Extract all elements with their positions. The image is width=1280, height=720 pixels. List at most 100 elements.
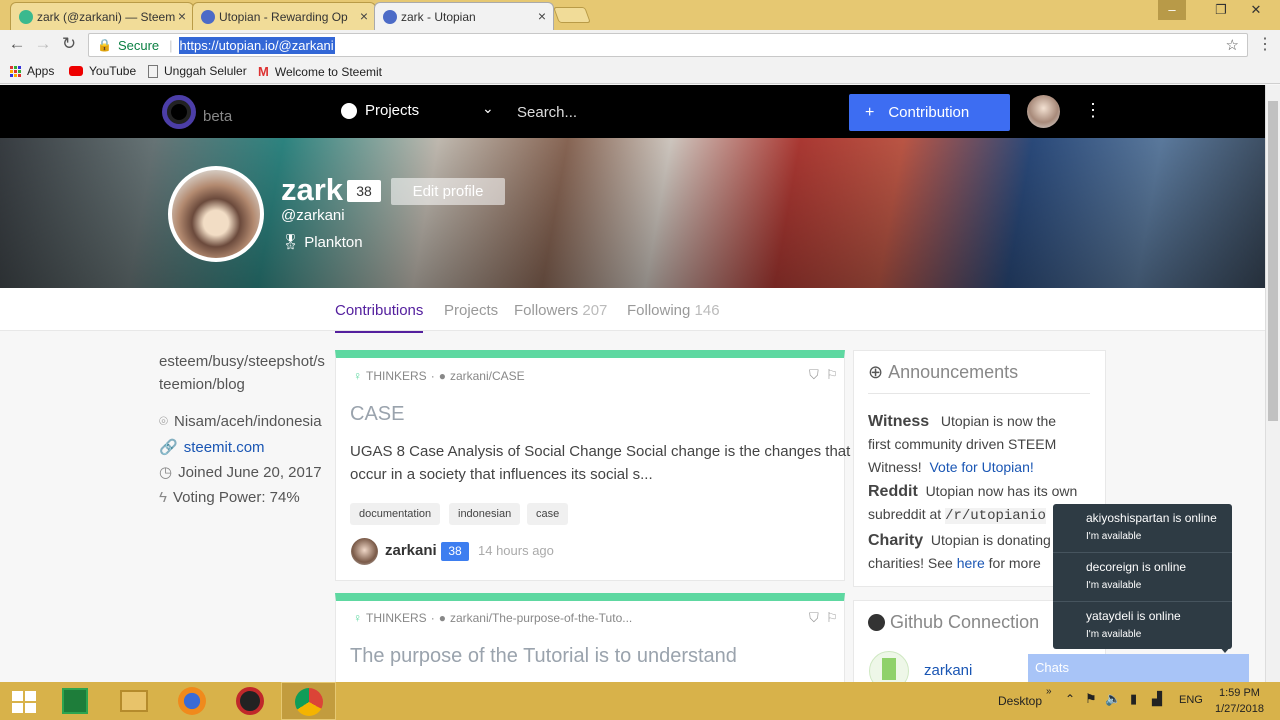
search-input[interactable]: Search... [517,104,577,121]
tray-up-icon[interactable]: ⌃ [1065,692,1075,706]
user-avatar[interactable] [1027,95,1060,128]
minimize-button[interactable]: ‒ [1158,0,1186,20]
bookmark-unggah-seluler[interactable]: Unggah Seluler [148,64,247,78]
post-title[interactable]: The purpose of the Tutorial is to unders… [350,645,737,668]
page-scrollbar[interactable] [1265,85,1280,682]
tag-indonesian[interactable]: indonesian [449,503,521,525]
projects-dropdown[interactable]: Projects [341,102,419,119]
post-category[interactable]: THINKERS [366,369,427,383]
utopian-logo-icon[interactable] [162,95,196,129]
volume-icon[interactable]: 🔈 [1105,691,1121,707]
tab-projects[interactable]: Projects [444,302,498,319]
desktop-toolbar-label[interactable]: Desktop [998,694,1042,708]
award-icon: 🎖 [281,234,301,251]
url-text[interactable]: https://utopian.io/@zarkani [178,36,335,54]
language-indicator[interactable]: ENG [1179,694,1203,706]
security-app-icon[interactable] [236,687,264,715]
firefox-icon[interactable] [178,687,206,715]
bookmark-welcome-steemit[interactable]: M Welcome to Steemit [258,64,382,79]
lightbulb-icon: ♀ [353,369,362,383]
post-category[interactable]: THINKERS [366,611,427,625]
bookmark-youtube[interactable]: YouTube [69,64,136,78]
chevron-right-icon[interactable]: » [1046,686,1052,697]
browser-toolbar: ← → ↻ 🔒 Secure | https://utopian.io/@zar… [0,30,1280,60]
windows-taskbar: Desktop » ⌃ ⚑ 🔈 ▮ ▟ ENG 1:59 PM 1/27/201… [0,682,1280,720]
close-window-button[interactable]: ✕ [1236,0,1276,20]
lightbulb-icon: ♀ [353,611,362,625]
excel-icon[interactable] [62,688,88,714]
flag-icon[interactable]: ⚐ [826,367,838,383]
flag-icon[interactable]: ⚐ [826,610,838,626]
contribution-card[interactable] [335,593,845,693]
signal-icon[interactable]: ▟ [1152,691,1162,707]
subreddit-link[interactable]: /r/utopianio [945,508,1046,524]
post-title[interactable]: CASE [350,403,404,426]
battery-icon[interactable]: ▮ [1130,691,1137,707]
restore-button[interactable]: ❐ [1207,0,1235,20]
tab-following[interactable]: Following 146 [627,302,720,319]
tag-case[interactable]: case [527,503,569,525]
tab-contributions[interactable]: Contributions [335,302,424,333]
post-excerpt[interactable]: UGAS 8 Case Analysis of Social Change So… [350,443,850,460]
author-avatar[interactable] [351,538,378,565]
flag-tray-icon[interactable]: ⚑ [1085,691,1097,707]
close-tab-icon[interactable]: × [538,8,546,24]
scrollbar-thumb[interactable] [1268,101,1278,421]
announcements-header: ⊕ Announcements [868,362,1090,394]
clock-date[interactable]: 1/27/2018 [1215,703,1264,715]
browser-tab-steemit[interactable]: zark (@zarkani) — Steem × [10,2,194,30]
chrome-taskbar-button[interactable] [281,682,336,720]
star-bookmark-icon[interactable]: ☆ [1226,36,1239,54]
joined-row: ◷ Joined June 20, 2017 [159,463,322,482]
tag-documentation[interactable]: documentation [350,503,441,525]
browser-tab-zark-utopian[interactable]: zark - Utopian × [374,2,554,30]
close-tab-icon[interactable]: × [360,8,368,24]
post-repo[interactable]: zarkani/CASE [450,369,525,383]
witness-announcement: Witness Utopian is now the first communi… [868,413,1057,475]
tab-followers[interactable]: Followers 207 [514,302,607,319]
file-explorer-icon[interactable] [120,690,148,712]
shield-icon[interactable]: ⛉ [809,610,819,626]
close-tab-icon[interactable]: × [178,8,186,24]
post-excerpt[interactable]: occur in a society that influences its s… [350,466,653,483]
link-icon: 🔗 [159,439,178,456]
github-user-link[interactable]: zarkani [924,662,972,679]
shield-icon[interactable]: ⛉ [809,367,819,383]
lightning-icon: ϟ [159,489,167,506]
youtube-icon [69,66,83,76]
new-tab-button[interactable] [553,7,591,23]
post-repo[interactable]: zarkani/The-purpose-of-the-Tuto... [450,611,632,625]
windows-start-icon[interactable] [12,691,36,713]
contribution-button[interactable]: + Contribution [849,94,1010,131]
menu-dots-icon[interactable]: ⋮ [1254,34,1276,54]
bookmark-apps[interactable]: Apps [10,64,54,78]
website-row[interactable]: 🔗 steemit.com [159,438,265,457]
browser-tab-utopian-rewarding[interactable]: Utopian - Rewarding Op × [192,2,376,30]
address-bar[interactable]: 🔒 Secure | https://utopian.io/@zarkani ☆ [88,33,1248,57]
reload-icon[interactable]: ↻ [58,34,80,54]
more-menu-icon[interactable]: ⋮ [1084,100,1102,121]
secure-label: Secure [117,37,160,53]
edit-profile-button[interactable]: Edit profile [391,178,505,205]
profile-about: teemion/blog [159,376,245,393]
chevron-down-icon[interactable]: ⌄ [482,100,494,117]
steemit-favicon-icon [19,10,33,24]
back-arrow-icon[interactable]: ← [6,34,28,54]
clock-icon: ◷ [159,464,173,481]
github-icon [341,102,357,119]
clock-time[interactable]: 1:59 PM [1219,687,1260,699]
github-icon: ● [438,369,446,383]
post-author[interactable]: zarkani [385,542,437,559]
forward-arrow-icon[interactable]: → [32,34,54,54]
chat-notification[interactable]: akiyoshispartan is online I'm available [1053,504,1232,553]
chat-notification[interactable]: yataydeli is online I'm available [1053,602,1232,651]
charity-here-link[interactable]: here [957,555,985,571]
lock-icon: 🔒 [97,38,112,52]
apps-grid-icon [10,65,21,77]
github-icon [868,614,885,631]
vote-for-utopian-link[interactable]: Vote for Utopian! [929,459,1033,475]
chats-bar[interactable]: Chats [1028,654,1249,682]
rank-badge: 🎖 Plankton [281,234,363,251]
chat-notification[interactable]: decoreign is online I'm available [1053,553,1232,602]
post-time: 14 hours ago [478,543,554,558]
